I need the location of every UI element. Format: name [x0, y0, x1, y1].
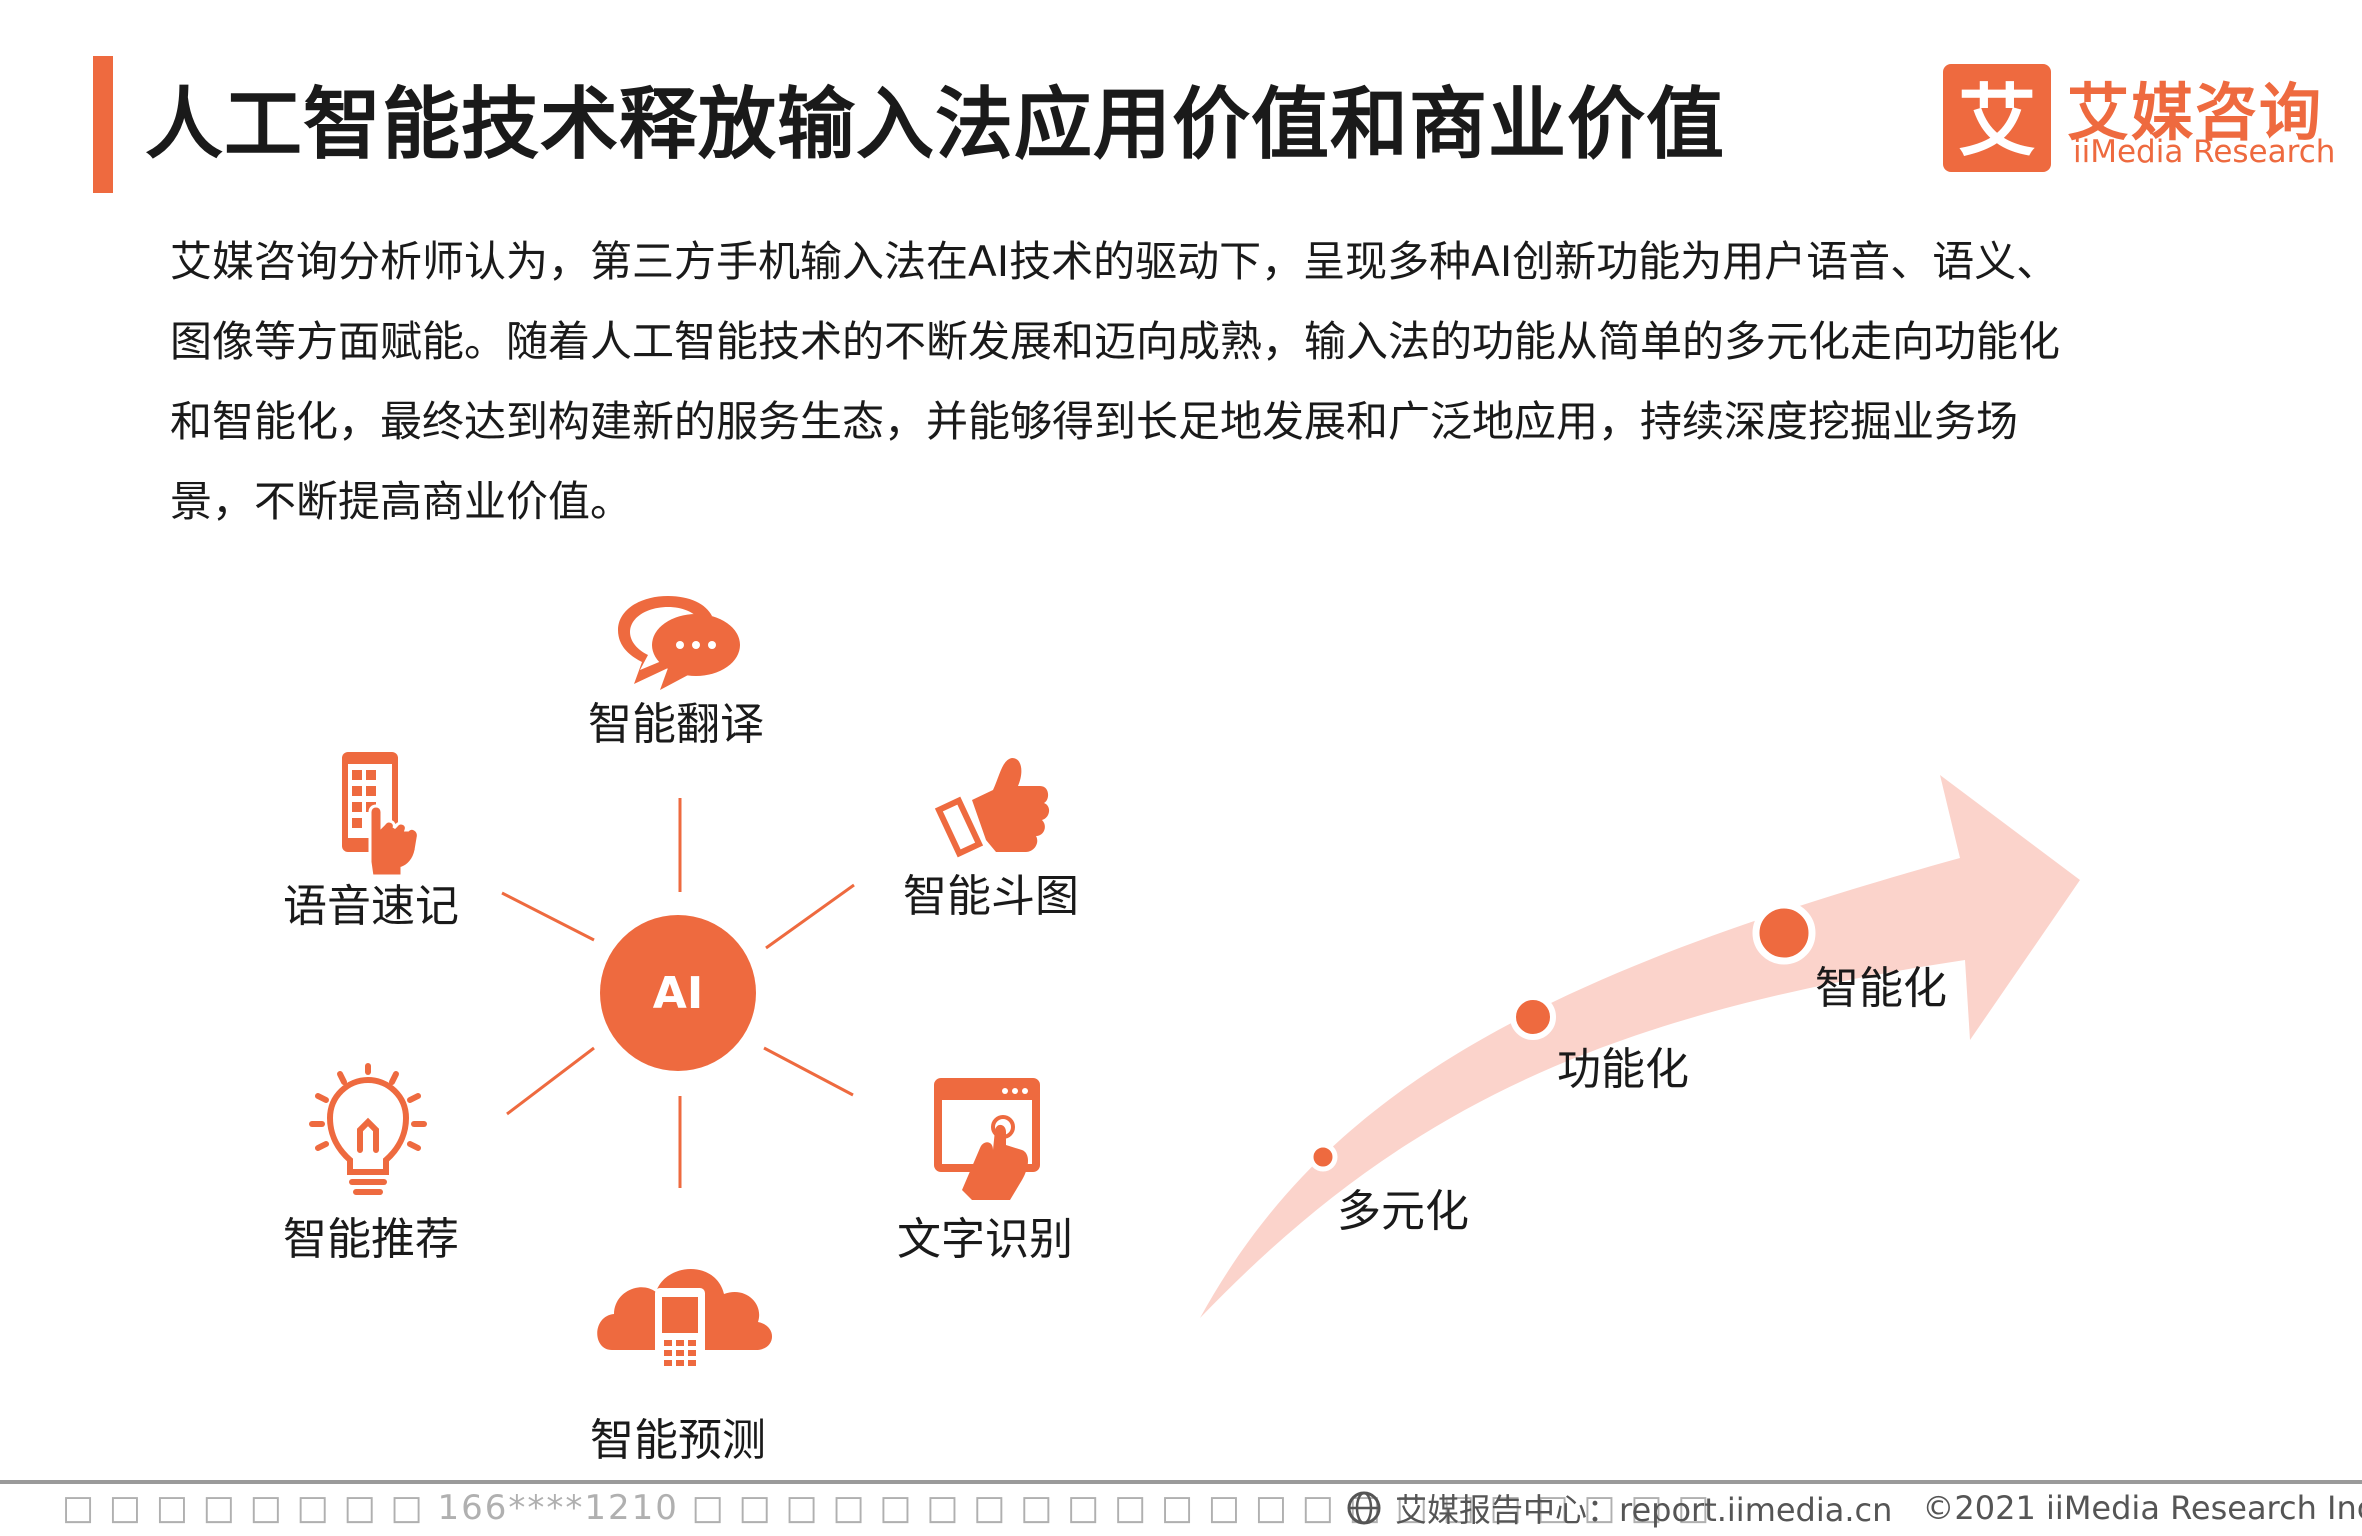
footer-copyright: ©2021 iiMedia Research Inc — [1922, 1489, 2362, 1527]
stage-label-intelligent: 智能化 — [1815, 963, 1947, 1014]
stage-label-functional: 功能化 — [1557, 1044, 1689, 1095]
ai-core-label: AI — [653, 968, 703, 1019]
feature-label-predict: 智能预测 — [590, 1415, 766, 1466]
thumbs-up-icon — [934, 758, 1050, 858]
cloud-phone-icon — [597, 1269, 773, 1372]
phone-touch-icon — [342, 752, 420, 878]
screen-touch-icon — [934, 1078, 1040, 1200]
footer-source: 艾媒报告中心：report.iimedia.cn ©2021 iiMedia R… — [1345, 1485, 2362, 1531]
chat-bubbles-icon — [618, 596, 740, 690]
stage-dot-diversified — [1308, 1142, 1338, 1172]
feature-label-meme: 智能斗图 — [903, 871, 1079, 922]
lightbulb-icon — [309, 1063, 427, 1195]
feature-label-translate: 智能翻译 — [588, 699, 764, 750]
footer-report-center: 艾媒报告中心：report.iimedia.cn — [1395, 1491, 1893, 1529]
footer-divider — [0, 1480, 2362, 1484]
stage-label-diversified: 多元化 — [1337, 1186, 1469, 1237]
feature-label-recommend: 智能推荐 — [283, 1214, 459, 1265]
globe-icon — [1347, 1491, 1381, 1525]
feature-label-ocr: 文字识别 — [897, 1214, 1073, 1265]
stage-dot-functional — [1510, 994, 1556, 1040]
stage-dot-intelligent — [1752, 901, 1816, 965]
feature-label-voice-notes: 语音速记 — [283, 881, 459, 932]
